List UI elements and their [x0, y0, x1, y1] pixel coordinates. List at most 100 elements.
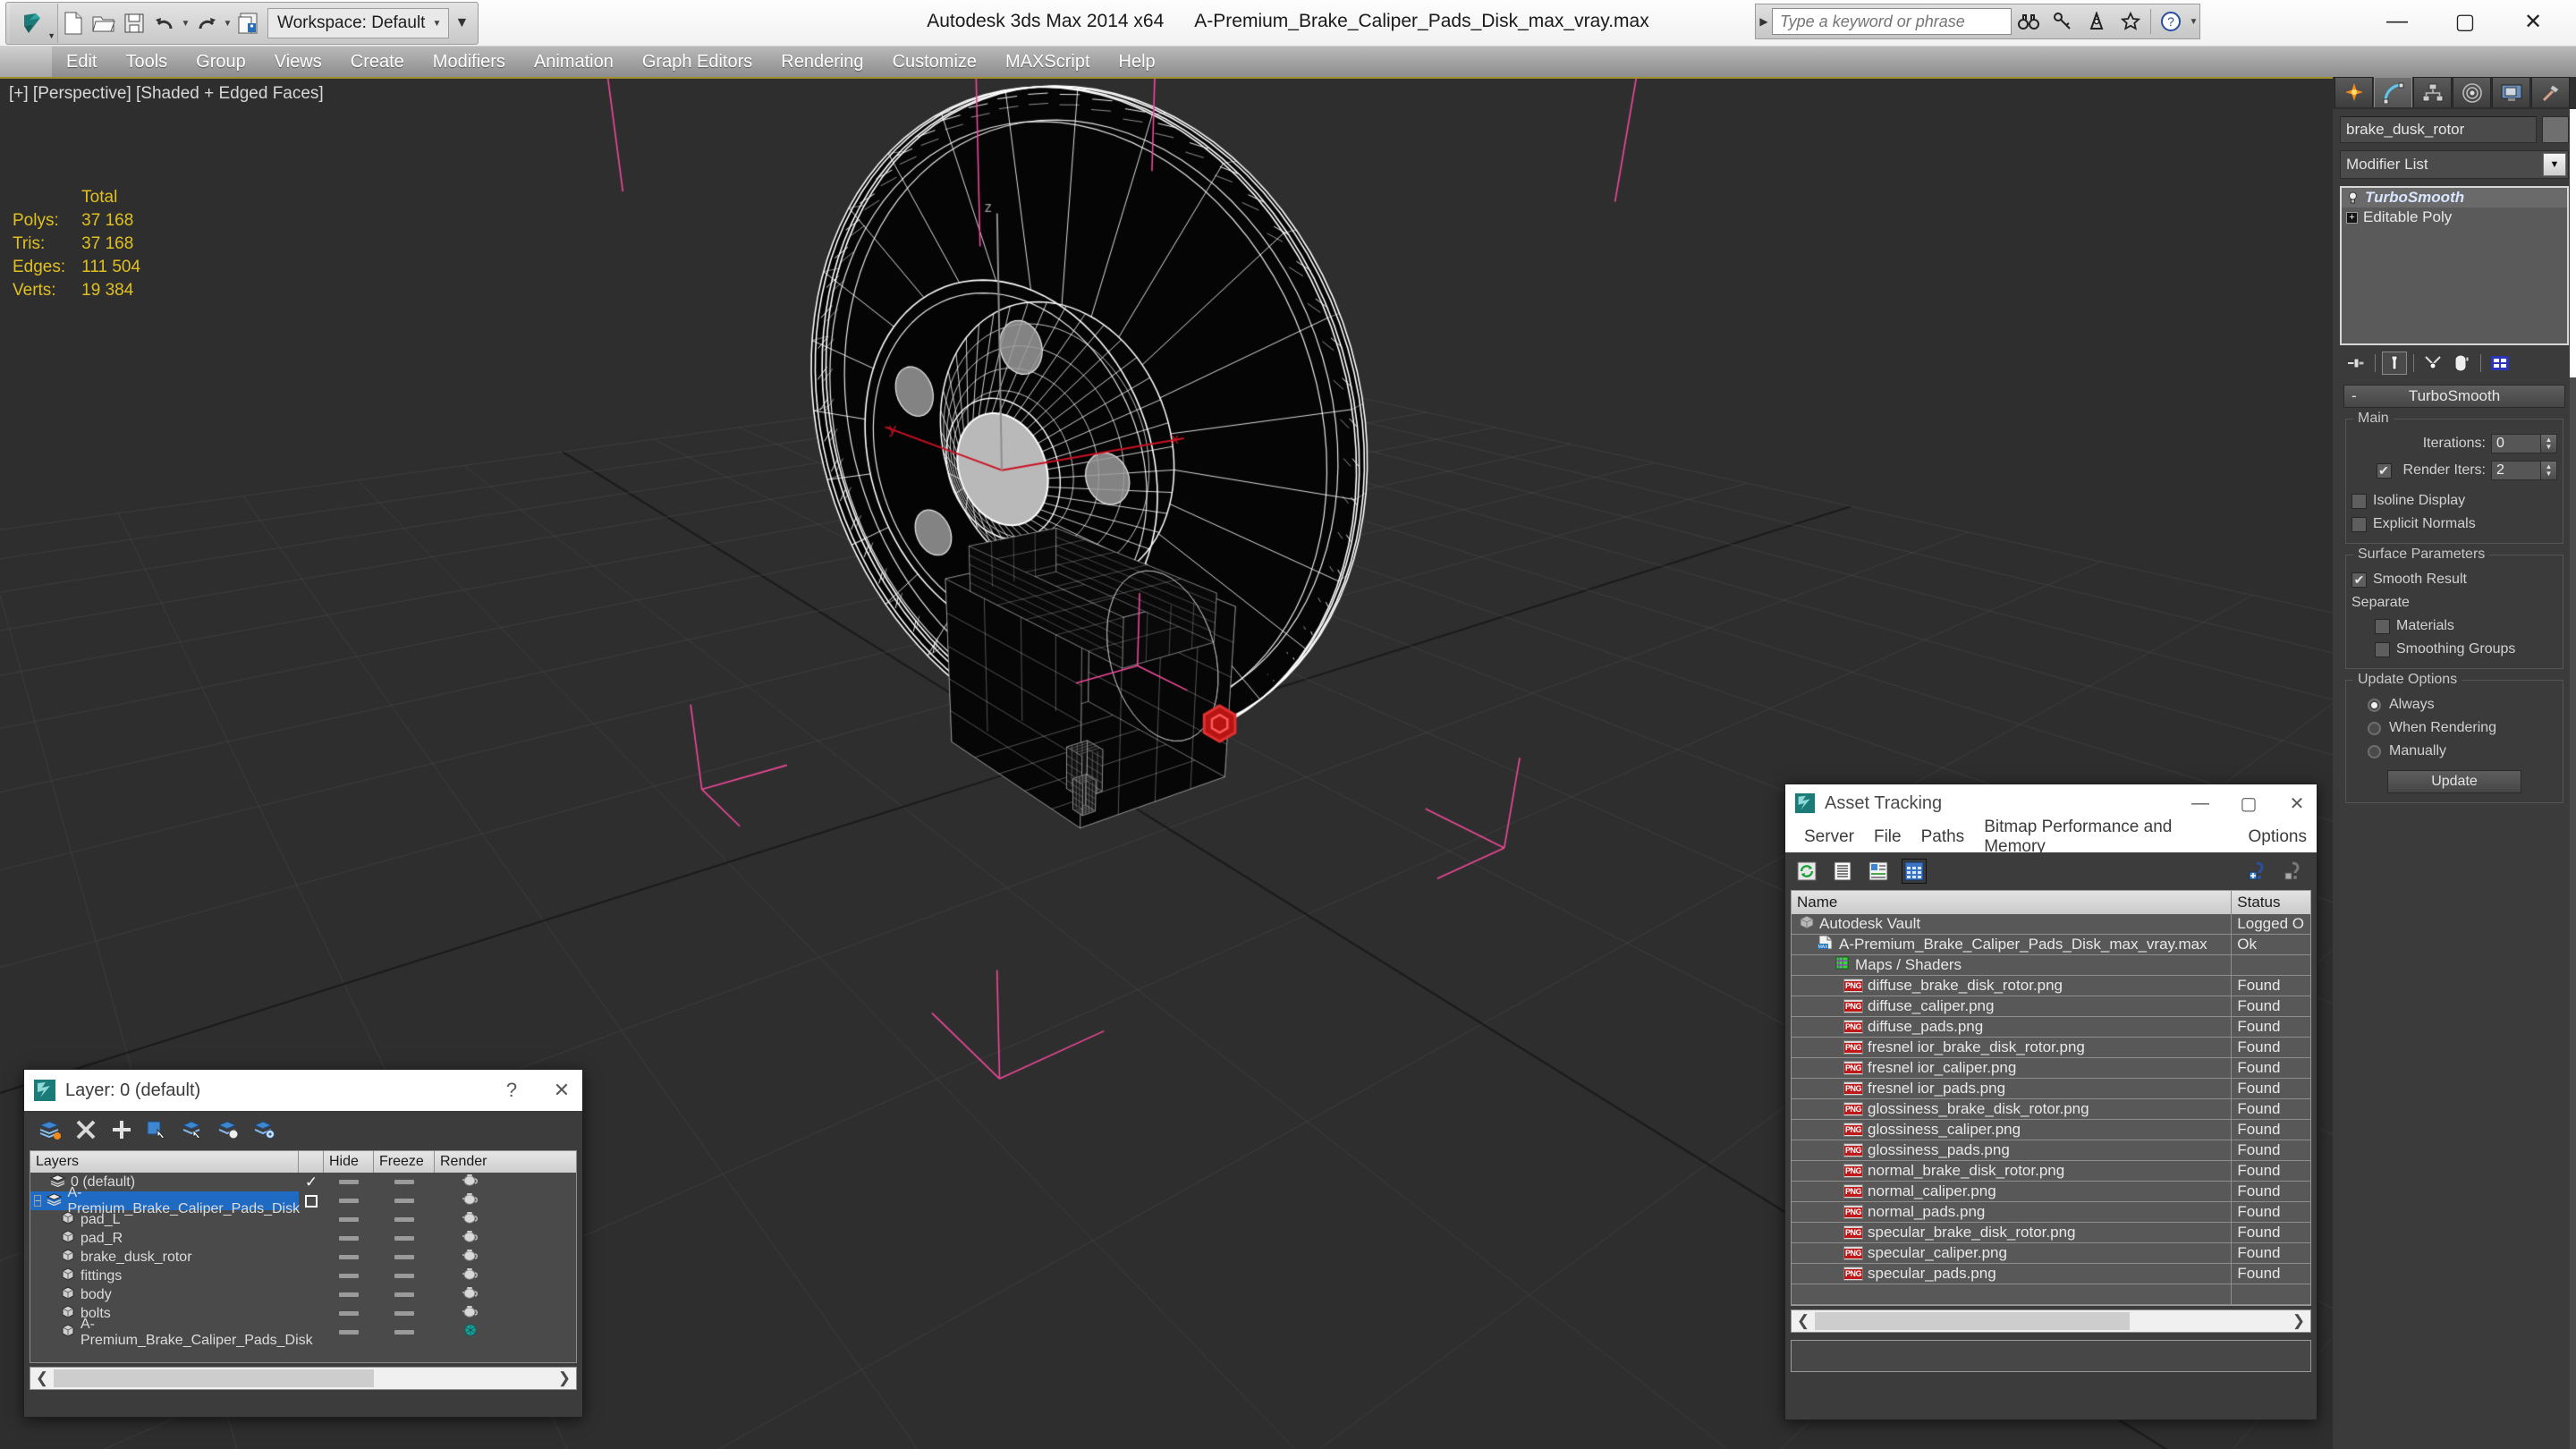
- asset-name-cell[interactable]: PNG normal_brake_disk_rotor.png: [1792, 1161, 2233, 1181]
- light-bulb-icon[interactable]: [2346, 191, 2360, 205]
- layer-freeze-cell[interactable]: [374, 1248, 435, 1267]
- key-icon[interactable]: [2046, 4, 2080, 38]
- asset-row[interactable]: PNG glossiness_caliper.png Found: [1792, 1120, 2310, 1140]
- asset-close-button[interactable]: ✕: [2277, 785, 2317, 821]
- highlight-selected-icon[interactable]: [216, 1116, 242, 1143]
- asset-name-cell[interactable]: PNG glossiness_pads.png: [1792, 1140, 2233, 1160]
- select-objects-icon[interactable]: [144, 1116, 171, 1143]
- help-icon[interactable]: [2283, 859, 2308, 884]
- layer-dialog-close-button[interactable]: ✕: [541, 1071, 582, 1110]
- layer-dialog-help-button[interactable]: ?: [491, 1071, 532, 1110]
- show-end-result-icon[interactable]: [2382, 352, 2407, 375]
- asset-row[interactable]: PNG fresnel ior_caliper.png Found: [1792, 1058, 2310, 1079]
- asset-name-cell[interactable]: PNG diffuse_caliper.png: [1792, 996, 2233, 1016]
- iterations-spinner[interactable]: 0 ▲ ▼: [2491, 434, 2557, 453]
- menu-item-customize[interactable]: Customize: [878, 47, 991, 77]
- scroll-right-icon[interactable]: ❯: [553, 1369, 576, 1387]
- close-button[interactable]: ✕: [2499, 0, 2567, 43]
- layer-hide-cell[interactable]: [324, 1229, 374, 1248]
- object-color-swatch[interactable]: [2542, 116, 2569, 143]
- compass-icon[interactable]: [2080, 4, 2114, 38]
- asset-name-cell[interactable]: PNG normal_pads.png: [1792, 1202, 2233, 1222]
- column-header-layers[interactable]: Layers: [30, 1151, 299, 1173]
- layer-row[interactable]: body: [30, 1285, 576, 1304]
- layer-horizontal-scrollbar[interactable]: ❮ ❯: [30, 1367, 577, 1390]
- scrollbar-thumb[interactable]: [54, 1369, 374, 1387]
- asset-row[interactable]: PNG fresnel ior_brake_disk_rotor.png Found: [1792, 1038, 2310, 1058]
- scrollbar-thumb[interactable]: [2570, 109, 2576, 377]
- menu-item-edit[interactable]: Edit: [52, 47, 111, 77]
- question-icon[interactable]: ?: [2154, 4, 2188, 38]
- layer-onoff-cell[interactable]: [299, 1210, 324, 1229]
- asset-name-cell[interactable]: PNG fresnel ior_caliper.png: [1792, 1058, 2233, 1078]
- asset-row[interactable]: PNG diffuse_brake_disk_rotor.png Found: [1792, 976, 2310, 996]
- scrollbar-thumb[interactable]: [1815, 1312, 2130, 1330]
- asset-name-cell[interactable]: PNG diffuse_brake_disk_rotor.png: [1792, 976, 2233, 996]
- asset-row[interactable]: Autodesk Vault Logged O: [1792, 914, 2310, 935]
- asset-name-cell[interactable]: Maps / Shaders: [1792, 955, 2233, 975]
- layer-name-cell[interactable]: brake_dusk_rotor: [30, 1248, 299, 1267]
- layer-row[interactable]: pad_R: [30, 1229, 576, 1248]
- add-selection-icon[interactable]: [108, 1116, 135, 1143]
- asset-name-cell[interactable]: PNG normal_caliper.png: [1792, 1182, 2233, 1201]
- grid-view-icon[interactable]: [1902, 859, 1927, 884]
- undo-dropdown-icon[interactable]: ▼: [180, 5, 191, 41]
- smooth-result-checkbox[interactable]: [2351, 572, 2367, 588]
- set-project-folder-icon[interactable]: [233, 5, 264, 41]
- object-name-field[interactable]: brake_dusk_rotor: [2340, 116, 2537, 143]
- asset-row[interactable]: PNG specular_caliper.png Found: [1792, 1243, 2310, 1264]
- radio-always[interactable]: [2368, 698, 2381, 712]
- asset-name-cell[interactable]: PNG diffuse_pads.png: [1792, 1017, 2233, 1037]
- column-header-freeze[interactable]: Freeze: [374, 1151, 435, 1173]
- layer-freeze-cell[interactable]: [374, 1304, 435, 1323]
- layer-dialog-titlebar[interactable]: Layer: 0 (default) ? ✕: [24, 1070, 582, 1111]
- column-header-name[interactable]: Name: [1792, 891, 2233, 914]
- layer-manager-dialog[interactable]: Layer: 0 (default) ? ✕ Layers Hide Freez…: [23, 1069, 583, 1418]
- layer-onoff-cell[interactable]: [299, 1267, 324, 1285]
- layer-onoff-cell[interactable]: [299, 1323, 324, 1342]
- layer-hide-cell[interactable]: [324, 1248, 374, 1267]
- asset-name-cell[interactable]: PNG fresnel ior_pads.png: [1792, 1079, 2233, 1098]
- separate-smoothing-groups-row[interactable]: Smoothing Groups: [2351, 638, 2557, 661]
- layer-render-cell[interactable]: [435, 1229, 506, 1248]
- modifier-stack-item-editable-poly[interactable]: + Editable Poly: [2342, 208, 2567, 227]
- layer-name-cell[interactable]: body: [30, 1285, 299, 1304]
- asset-tracking-dialog[interactable]: Asset Tracking — ▢ ✕ Server File Paths B…: [1784, 784, 2318, 1420]
- redo-icon[interactable]: [191, 5, 222, 41]
- display-tab[interactable]: [2492, 77, 2530, 107]
- asset-row[interactable]: PNG glossiness_pads.png Found: [1792, 1140, 2310, 1161]
- motion-tab[interactable]: [2453, 77, 2491, 107]
- asset-menu-paths[interactable]: Paths: [1911, 827, 1975, 847]
- asset-row[interactable]: PNG normal_pads.png Found: [1792, 1202, 2310, 1223]
- explicit-normals-row[interactable]: Explicit Normals: [2351, 513, 2557, 536]
- search-input[interactable]: [1772, 8, 2012, 35]
- menu-item-graph-editors[interactable]: Graph Editors: [628, 47, 767, 77]
- explicit-normals-checkbox[interactable]: [2351, 516, 2367, 532]
- minimize-button[interactable]: —: [2363, 0, 2431, 43]
- layer-freeze-cell[interactable]: [374, 1267, 435, 1285]
- update-button[interactable]: Update: [2387, 770, 2521, 793]
- workspace-selector[interactable]: Workspace: Default ▼: [267, 8, 450, 38]
- menu-item-modifiers[interactable]: Modifiers: [419, 47, 520, 77]
- asset-menu-bitmap-performance[interactable]: Bitmap Performance and Memory: [1974, 818, 2238, 857]
- layer-name-cell[interactable]: A-Premium_Brake_Caliper_Pads_Disk: [30, 1317, 313, 1348]
- update-option-when-rendering[interactable]: When Rendering: [2351, 716, 2557, 740]
- asset-name-cell[interactable]: Autodesk Vault: [1792, 914, 2233, 934]
- spinner-arrows-icon[interactable]: ▲ ▼: [2541, 434, 2557, 453]
- new-layer-icon[interactable]: [37, 1116, 64, 1143]
- asset-name-cell[interactable]: PNG specular_brake_disk_rotor.png: [1792, 1223, 2233, 1242]
- render-iters-value[interactable]: 2: [2491, 461, 2541, 480]
- menu-item-maxscript[interactable]: MAXScript: [991, 47, 1104, 77]
- layer-row[interactable]: − A-Premium_Brake_Caliper_Pads_Disk: [30, 1185, 576, 1216]
- layer-hide-cell[interactable]: [324, 1323, 374, 1342]
- layer-render-cell[interactable]: [435, 1191, 506, 1210]
- layer-render-cell[interactable]: [435, 1323, 506, 1342]
- layer-freeze-cell[interactable]: [374, 1229, 435, 1248]
- new-file-icon[interactable]: [58, 5, 89, 41]
- delete-layer-icon[interactable]: [72, 1116, 99, 1143]
- scroll-left-icon[interactable]: ❮: [30, 1369, 54, 1387]
- column-header-onoff[interactable]: [299, 1151, 324, 1173]
- asset-minimize-button[interactable]: —: [2181, 785, 2220, 821]
- update-option-manually[interactable]: Manually: [2351, 740, 2557, 763]
- qat-overflow-icon[interactable]: ▼: [449, 5, 474, 41]
